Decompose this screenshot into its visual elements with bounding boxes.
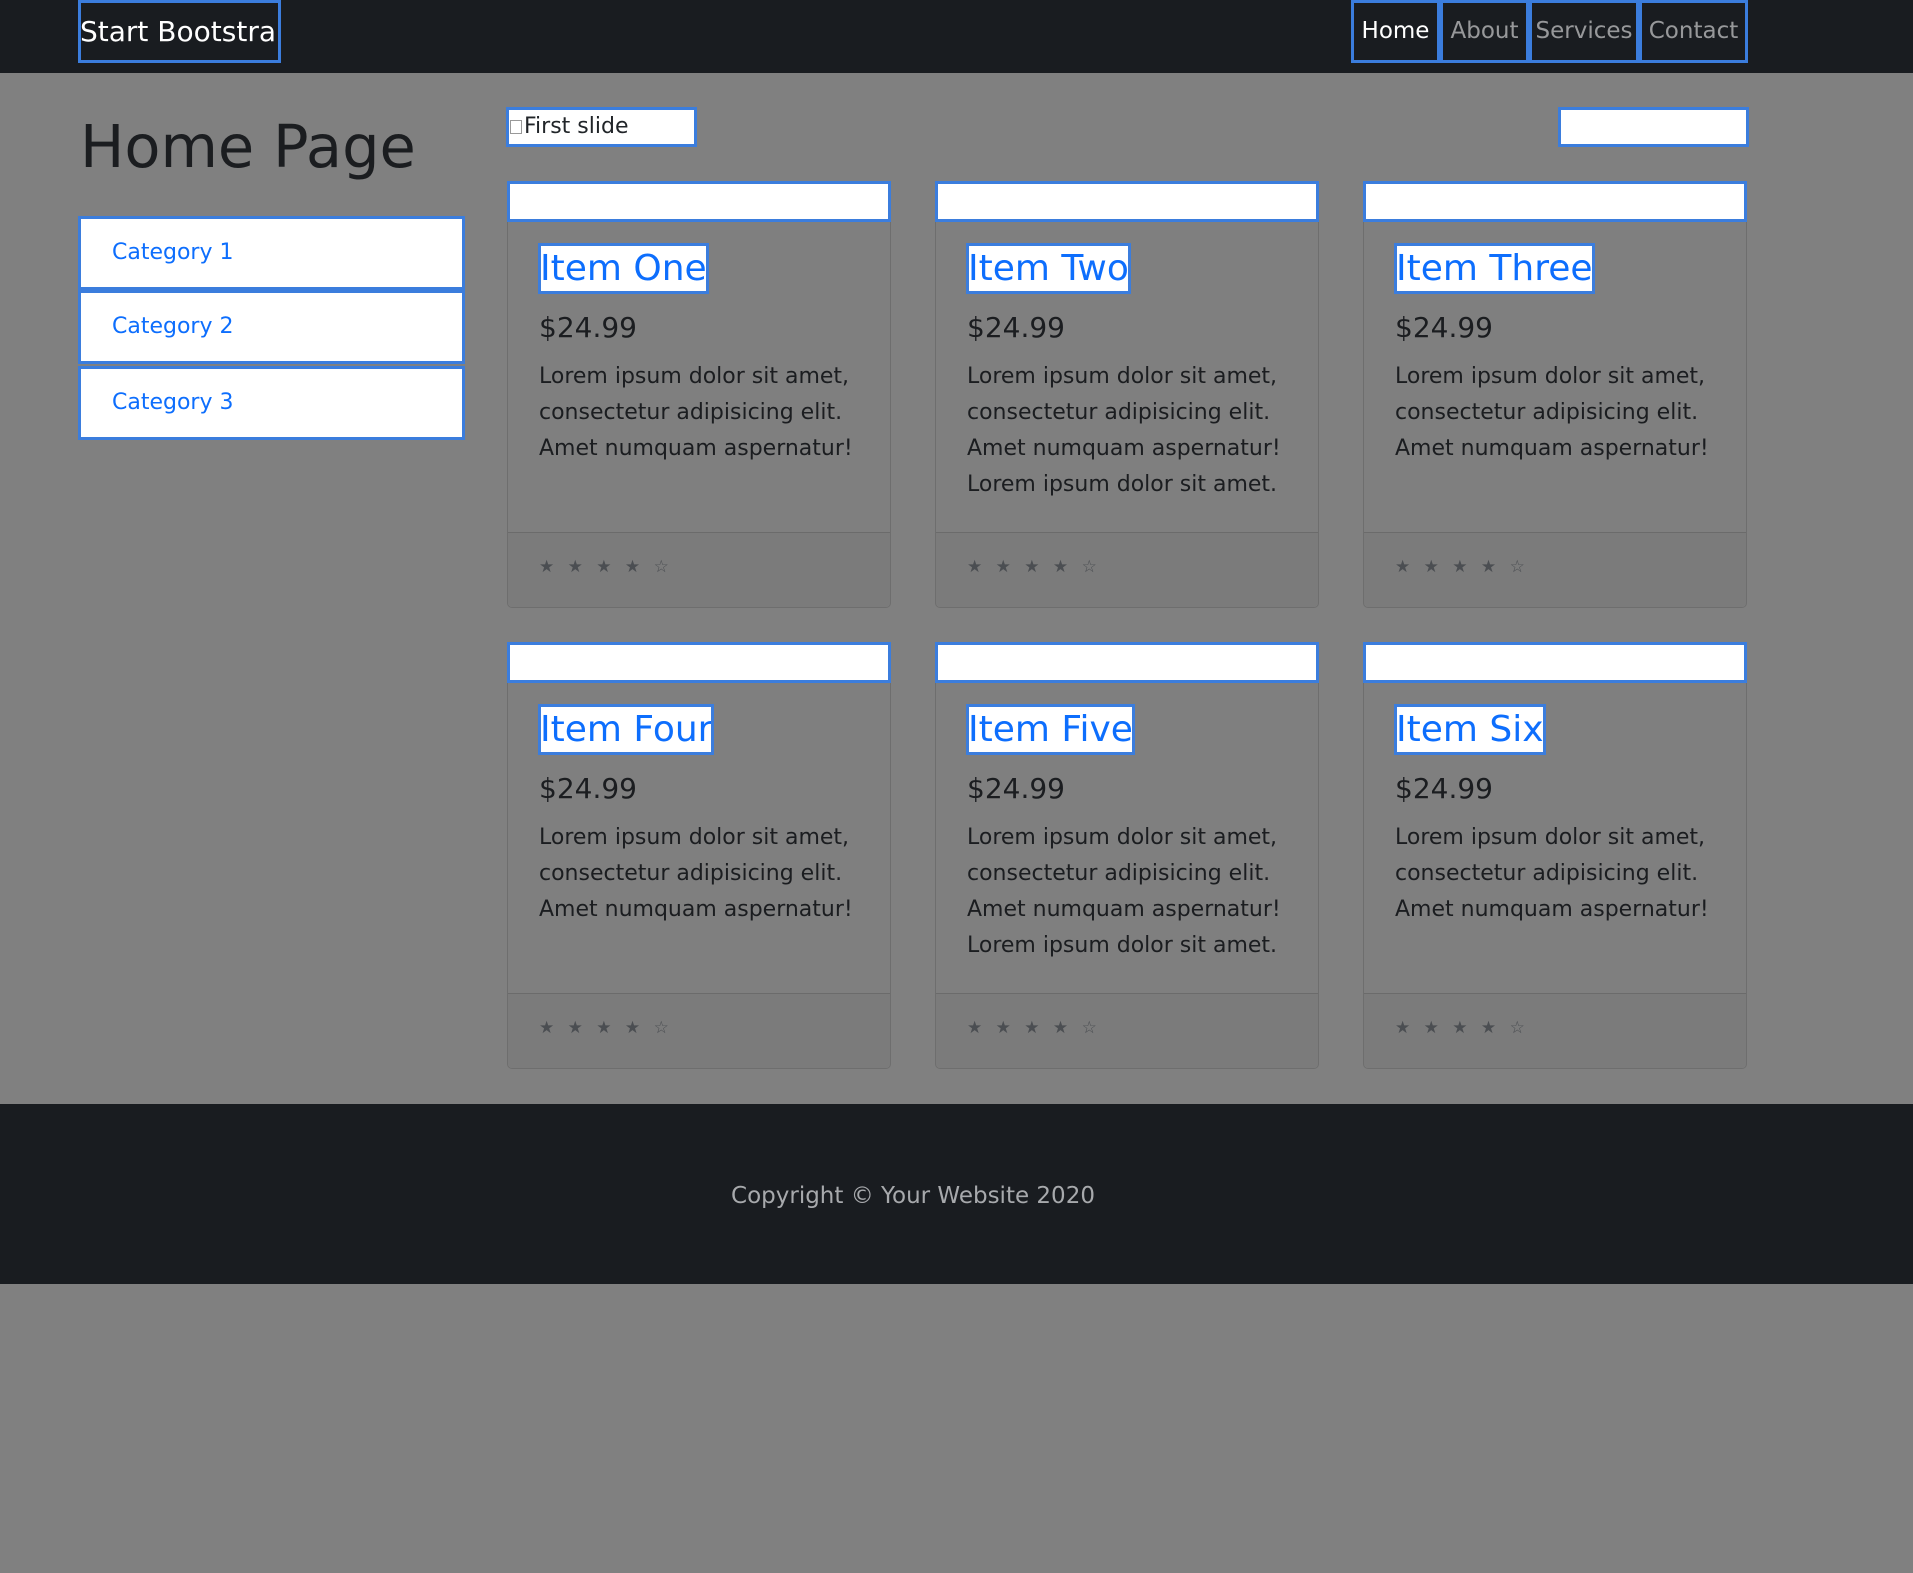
broken-image-icon — [510, 120, 522, 134]
slide-alt-text: First slide — [524, 114, 629, 139]
card-price: $24.99 — [539, 772, 637, 805]
star-rating-icon: ★ ★ ★ ★ ☆ — [539, 557, 673, 577]
product-card: Item Four $24.99 Lorem ipsum dolor sit a… — [507, 642, 891, 1069]
carousel-slide-image: First slide — [506, 107, 697, 147]
nav-link-about[interactable]: About — [1440, 0, 1529, 63]
card-title-link[interactable]: Item Five — [966, 704, 1135, 755]
star-rating-icon: ★ ★ ★ ★ ☆ — [539, 1018, 673, 1038]
navbar: Start Bootstrap Home About Services Cont… — [0, 0, 1913, 73]
card-image[interactable] — [935, 642, 1319, 683]
card-footer: ★ ★ ★ ★ ☆ — [508, 532, 890, 607]
card-price: $24.99 — [539, 311, 637, 344]
product-card: Item Three $24.99 Lorem ipsum dolor sit … — [1363, 181, 1747, 608]
card-text: Lorem ipsum dolor sit amet, consectetur … — [539, 825, 853, 922]
card-text: Lorem ipsum dolor sit amet, consectetur … — [1395, 364, 1709, 461]
category-link-3[interactable]: Category 3 — [78, 366, 465, 440]
card-price: $24.99 — [1395, 772, 1493, 805]
card-title-link[interactable]: Item One — [538, 243, 709, 294]
card-text: Lorem ipsum dolor sit amet, consectetur … — [539, 364, 853, 461]
product-card: Item Two $24.99 Lorem ipsum dolor sit am… — [935, 181, 1319, 608]
product-card: Item Six $24.99 Lorem ipsum dolor sit am… — [1363, 642, 1747, 1069]
page-title: Home Page — [80, 112, 416, 181]
card-price: $24.99 — [967, 772, 1065, 805]
card-footer: ★ ★ ★ ★ ☆ — [508, 993, 890, 1068]
card-title-link[interactable]: Item Two — [966, 243, 1131, 294]
star-rating-icon: ★ ★ ★ ★ ☆ — [1395, 1018, 1529, 1038]
card-footer: ★ ★ ★ ★ ☆ — [936, 532, 1318, 607]
card-footer: ★ ★ ★ ★ ☆ — [1364, 993, 1746, 1068]
card-price: $24.99 — [1395, 311, 1493, 344]
card-image[interactable] — [1363, 181, 1747, 222]
nav-link-services[interactable]: Services — [1529, 0, 1639, 63]
card-text: Lorem ipsum dolor sit amet, consectetur … — [967, 364, 1281, 497]
product-card: Item One $24.99 Lorem ipsum dolor sit am… — [507, 181, 891, 608]
nav-link-contact[interactable]: Contact — [1639, 0, 1748, 63]
carousel-next-control[interactable] — [1558, 107, 1749, 147]
product-card: Item Five $24.99 Lorem ipsum dolor sit a… — [935, 642, 1319, 1069]
card-title-link[interactable]: Item Four — [538, 704, 715, 755]
brand-link[interactable]: Start Bootstrap — [78, 0, 281, 63]
card-image[interactable] — [507, 181, 891, 222]
card-image[interactable] — [507, 642, 891, 683]
card-title-link[interactable]: Item Six — [1394, 704, 1546, 755]
copyright-text: Copyright © Your Website 2020 — [731, 1183, 1095, 1209]
star-rating-icon: ★ ★ ★ ★ ☆ — [967, 557, 1101, 577]
card-title-link[interactable]: Item Three — [1394, 243, 1595, 294]
star-rating-icon: ★ ★ ★ ★ ☆ — [1395, 557, 1529, 577]
star-rating-icon: ★ ★ ★ ★ ☆ — [967, 1018, 1101, 1038]
card-footer: ★ ★ ★ ★ ☆ — [1364, 532, 1746, 607]
card-price: $24.99 — [967, 311, 1065, 344]
card-text: Lorem ipsum dolor sit amet, consectetur … — [967, 825, 1281, 958]
footer: Copyright © Your Website 2020 — [0, 1104, 1913, 1284]
card-image[interactable] — [1363, 642, 1747, 683]
nav-link-home[interactable]: Home — [1351, 0, 1440, 63]
card-text: Lorem ipsum dolor sit amet, consectetur … — [1395, 825, 1709, 922]
card-footer: ★ ★ ★ ★ ☆ — [936, 993, 1318, 1068]
category-link-2[interactable]: Category 2 — [78, 290, 465, 364]
card-image[interactable] — [935, 181, 1319, 222]
category-link-1[interactable]: Category 1 — [78, 216, 465, 290]
